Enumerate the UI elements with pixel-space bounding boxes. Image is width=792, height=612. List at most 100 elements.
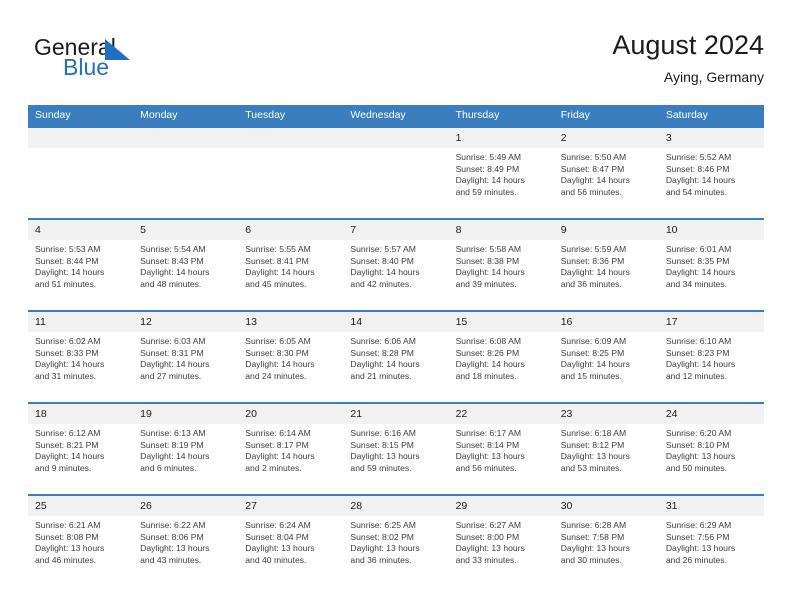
calendar-day-cell[interactable]: 16 Sunrise: 6:09 AM Sunset: 8:25 PM Dayligh… [553,310,659,403]
daylight-duration-line2: and 18 minutes. [455,370,517,381]
calendar-day-cell[interactable]: 25 Sunrise: 6:21 AM Sunset: 8:08 PM Dayligh… [28,494,134,586]
sunset-time: Sunset: 8:15 PM [350,439,414,450]
day-details: Sunrise: 6:06 AM Sunset: 8:28 PM Daylight:… [343,332,448,382]
page-title: August 2024 [612,30,764,60]
day-number: 28 [343,496,449,516]
daylight-duration-line2: and 46 minutes. [35,554,97,565]
calendar-day-cell[interactable]: 7 Sunrise: 5:57 AM Sunset: 8:40 PM Daylight… [343,218,449,311]
daylight-duration-line2: and 27 minutes. [140,370,202,381]
sunrise-time: Sunrise: 6:09 AM [560,336,627,346]
calendar-day-cell[interactable]: 8 Sunrise: 5:58 AM Sunset: 8:38 PM Daylight… [448,218,554,311]
sunset-time: Sunset: 8:31 PM [140,347,204,358]
calendar-day-cell[interactable]: 31 Sunrise: 6:29 AM Sunset: 7:56 PM Dayligh… [658,494,764,586]
calendar-week-row: 11 Sunrise: 6:02 AM Sunset: 8:33 PM Dayligh… [28,310,764,403]
daylight-duration-line2: and 39 minutes. [455,278,517,289]
day-number: 8 [448,220,554,240]
calendar-day-cell[interactable]: 27 Sunrise: 6:24 AM Sunset: 8:04 PM Dayligh… [238,494,344,586]
daylight-duration-line2: and 9 minutes. [35,462,92,473]
sunset-time: Sunset: 8:47 PM [560,163,625,174]
day-details: Sunrise: 6:14 AM Sunset: 8:17 PM Daylight:… [238,424,343,474]
sunrise-time: Sunrise: 6:14 AM [245,428,311,438]
calendar-day-cell[interactable]: 20 Sunrise: 6:14 AM Sunset: 8:17 PM Dayligh… [238,402,344,495]
sunrise-time: Sunrise: 6:13 AM [140,428,206,438]
sunset-time: Sunset: 8:30 PM [245,347,309,358]
brand-logo[interactable]: General Blue [34,34,224,90]
day-details: Sunrise: 6:25 AM Sunset: 8:02 PM Daylight:… [343,516,448,566]
sunset-time: Sunset: 7:58 PM [560,531,625,542]
calendar-week-row: 18 Sunrise: 6:12 AM Sunset: 8:21 PM Dayligh… [28,402,764,495]
calendar-day-cell[interactable]: 10 Sunrise: 6:01 AM Sunset: 8:35 PM Dayligh… [658,218,764,311]
daylight-duration-line1: Daylight: 14 hours [35,451,105,462]
daylight-duration-line1: Daylight: 13 hours [455,451,525,462]
calendar-day-cell [133,126,239,219]
daylight-duration-line1: Daylight: 14 hours [455,175,525,186]
calendar-day-cell[interactable]: 6 Sunrise: 5:55 AM Sunset: 8:41 PM Daylight… [238,218,344,311]
day-number: 25 [28,496,134,516]
calendar-day-cell[interactable]: 24 Sunrise: 6:20 AM Sunset: 8:10 PM Dayligh… [658,402,764,495]
calendar-day-cell[interactable]: 29 Sunrise: 6:27 AM Sunset: 8:00 PM Dayligh… [448,494,554,586]
weekday-header-tuesday: Tuesday [238,105,344,127]
day-number: 4 [28,220,134,240]
calendar-day-cell[interactable]: 12 Sunrise: 6:03 AM Sunset: 8:31 PM Dayligh… [133,310,239,403]
day-details: Sunrise: 6:10 AM Sunset: 8:23 PM Daylight:… [659,332,764,382]
calendar-day-cell[interactable]: 26 Sunrise: 6:22 AM Sunset: 8:06 PM Dayligh… [133,494,239,586]
calendar-day-cell[interactable]: 9 Sunrise: 5:59 AM Sunset: 8:36 PM Daylight… [553,218,659,311]
daylight-duration-line1: Daylight: 14 hours [350,267,420,278]
sunset-time: Sunset: 8:12 PM [560,439,625,450]
sunset-time: Sunset: 8:46 PM [665,163,730,174]
calendar-day-cell[interactable]: 13 Sunrise: 6:05 AM Sunset: 8:30 PM Dayligh… [238,310,344,403]
daylight-duration-line1: Daylight: 13 hours [245,543,315,554]
calendar-day-cell[interactable]: 22 Sunrise: 6:17 AM Sunset: 8:14 PM Dayligh… [448,402,554,495]
daylight-duration-line1: Daylight: 13 hours [455,543,525,554]
calendar-day-cell[interactable]: 19 Sunrise: 6:13 AM Sunset: 8:19 PM Dayligh… [133,402,239,495]
daylight-duration-line1: Daylight: 14 hours [455,267,525,278]
calendar-day-cell[interactable]: 18 Sunrise: 6:12 AM Sunset: 8:21 PM Dayligh… [28,402,134,495]
day-number: 31 [658,496,764,516]
calendar-day-cell[interactable]: 1 Sunrise: 5:49 AM Sunset: 8:49 PM Daylight… [448,126,554,219]
calendar-day-cell[interactable]: 17 Sunrise: 6:10 AM Sunset: 8:23 PM Dayligh… [658,310,764,403]
day-number: 9 [553,220,659,240]
daylight-duration-line1: Daylight: 14 hours [140,359,210,370]
calendar-day-cell[interactable]: 21 Sunrise: 6:16 AM Sunset: 8:15 PM Dayligh… [343,402,449,495]
calendar-week-row: 1 Sunrise: 5:49 AM Sunset: 8:49 PM Daylight… [28,126,764,219]
calendar-week-row: 25 Sunrise: 6:21 AM Sunset: 8:08 PM Dayligh… [28,494,764,586]
day-details: Sunrise: 6:13 AM Sunset: 8:19 PM Daylight:… [133,424,238,474]
calendar-body: 1 Sunrise: 5:49 AM Sunset: 8:49 PM Daylight… [28,126,764,586]
sunset-time: Sunset: 7:56 PM [665,531,730,542]
day-number: 19 [133,404,239,424]
sunset-time: Sunset: 8:49 PM [455,163,520,174]
day-details: Sunrise: 6:01 AM Sunset: 8:35 PM Daylight:… [659,240,764,290]
daylight-duration-line1: Daylight: 13 hours [140,543,210,554]
day-details: Sunrise: 6:22 AM Sunset: 8:06 PM Daylight:… [133,516,238,566]
calendar-day-cell[interactable]: 30 Sunrise: 6:28 AM Sunset: 7:58 PM Dayligh… [553,494,659,586]
calendar-day-cell[interactable]: 28 Sunrise: 6:25 AM Sunset: 8:02 PM Dayligh… [343,494,449,586]
day-details: Sunrise: 6:02 AM Sunset: 8:33 PM Daylight:… [28,332,133,382]
sunrise-time: Sunrise: 6:03 AM [140,336,206,346]
sunset-time: Sunset: 8:25 PM [560,347,625,358]
calendar-day-cell[interactable]: 2 Sunrise: 5:50 AM Sunset: 8:47 PM Daylight… [553,126,659,219]
daylight-duration-line2: and 21 minutes. [350,370,412,381]
daylight-duration-line2: and 43 minutes. [140,554,202,565]
sunrise-time: Sunrise: 5:53 AM [35,244,101,254]
sunset-time: Sunset: 8:23 PM [665,347,730,358]
calendar-day-cell[interactable]: 4 Sunrise: 5:53 AM Sunset: 8:44 PM Daylight… [28,218,134,311]
day-number [343,128,449,148]
calendar-day-cell[interactable]: 11 Sunrise: 6:02 AM Sunset: 8:33 PM Dayligh… [28,310,134,403]
calendar-week-row: 4 Sunrise: 5:53 AM Sunset: 8:44 PM Daylight… [28,218,764,311]
daylight-duration-line1: Daylight: 14 hours [350,359,420,370]
calendar-day-cell[interactable]: 23 Sunrise: 6:18 AM Sunset: 8:12 PM Dayligh… [553,402,659,495]
daylight-duration-line2: and 36 minutes. [560,278,622,289]
weekday-header-saturday: Saturday [658,105,764,127]
sunset-time: Sunset: 8:28 PM [350,347,414,358]
calendar-day-cell[interactable]: 3 Sunrise: 5:52 AM Sunset: 8:46 PM Daylight… [658,126,764,219]
daylight-duration-line1: Daylight: 14 hours [665,359,736,370]
calendar-day-cell[interactable]: 15 Sunrise: 6:08 AM Sunset: 8:26 PM Dayligh… [448,310,554,403]
calendar-day-cell[interactable]: 14 Sunrise: 6:06 AM Sunset: 8:28 PM Dayligh… [343,310,449,403]
sunset-time: Sunset: 8:04 PM [245,531,309,542]
day-number: 2 [553,128,659,148]
calendar-day-cell[interactable]: 5 Sunrise: 5:54 AM Sunset: 8:43 PM Daylight… [133,218,239,311]
sunrise-time: Sunrise: 6:10 AM [665,336,732,346]
day-number: 10 [658,220,764,240]
daylight-duration-line1: Daylight: 13 hours [560,543,630,554]
sunrise-time: Sunrise: 6:18 AM [560,428,627,438]
